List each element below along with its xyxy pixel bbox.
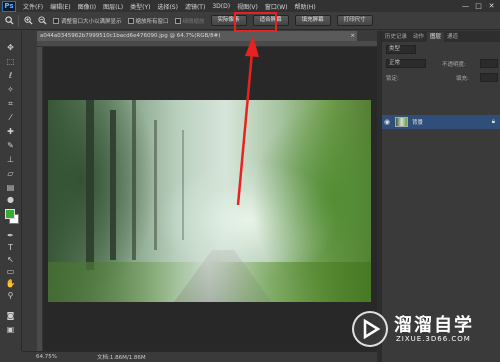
layer-name: 背景 [412,120,424,126]
menu-window[interactable]: 窗口(W) [265,2,288,11]
tree-trunk [110,110,116,260]
fill-label: 填充: [456,76,469,82]
screen-mode-icon[interactable]: ▣ [4,325,17,335]
scrubby-zoom-checkbox[interactable] [174,17,181,24]
tools-panel: ✥ ⬚ ℓ ✧ ⌗ ⁄ ✚ ✎ ⊥ ▱ ▤ ● ✒ T ↖ ▭ ✋ ⚲ ◙ ▣ [0,31,22,351]
zoom-tool-icon[interactable] [4,15,14,26]
layer-thumbnail [395,117,408,127]
maximize-button[interactable]: □ [472,1,485,11]
document-title: a044a0345962b7999510c1bacd6e476090.jpg @… [40,33,221,39]
tree-trunk [154,120,157,250]
fill-field[interactable] [480,73,498,82]
tree-trunk [182,130,184,240]
marquee-tool-icon[interactable]: ⬚ [4,57,17,67]
hand-tool-icon[interactable]: ✋ [4,279,17,289]
tab-layers[interactable]: 图层 [427,32,445,42]
menu-image[interactable]: 图像(I) [78,2,96,11]
zoom-all-checkbox[interactable] [127,17,134,24]
zoom-all-label: 缩放所有窗口 [135,18,169,25]
menu-select[interactable]: 选择(S) [157,2,178,11]
zoom-in-icon[interactable] [23,15,33,26]
tree-trunk [132,100,136,260]
menu-type[interactable]: 类型(Y) [130,2,150,11]
menu-3d[interactable]: 3D(D) [212,3,230,10]
magic-wand-tool-icon[interactable]: ✧ [4,85,17,95]
stamp-tool-icon[interactable]: ⊥ [4,155,17,165]
opacity-label: 不透明度: [442,62,466,68]
foreground-color-swatch[interactable] [5,209,15,219]
document-tab[interactable]: a044a0345962b7999510c1bacd6e476090.jpg @… [37,31,357,41]
watermark-url: ZIXUE.3D66.COM [396,335,471,343]
shape-tool-icon[interactable]: ▭ [4,267,17,277]
zoom-level[interactable]: 64.75% [36,354,57,360]
lasso-tool-icon[interactable]: ℓ [4,71,17,81]
photoshop-window: Ps 文件(F) 编辑(E) 图像(I) 图层(L) 类型(Y) 选择(S) 滤… [0,0,500,362]
menu-help[interactable]: 帮助(H) [295,2,316,11]
menu-edit[interactable]: 编辑(E) [50,2,70,11]
window-controls: — □ ✕ [459,0,498,12]
document-size: 文档:1.86M/1.86M [96,355,146,361]
lock-label: 锁定: [386,76,399,82]
app-logo: Ps [2,0,16,12]
menu-view[interactable]: 视图(V) [237,2,258,11]
watermark-title: 溜溜自学 [394,315,474,336]
healing-tool-icon[interactable]: ✚ [4,127,17,137]
grass [48,262,371,302]
blend-mode-select[interactable]: 正常 [386,59,426,68]
lock-icon: 🔒︎ [491,118,495,125]
watermark-logo [352,311,388,347]
pen-tool-icon[interactable]: ✒ [4,231,17,241]
forest-photo[interactable] [48,100,371,302]
zoom-tool-small-icon[interactable]: ⚲ [4,291,17,301]
move-tool-icon[interactable]: ✥ [4,43,17,53]
eraser-tool-icon[interactable]: ▱ [4,169,17,179]
zoom-out-icon[interactable] [37,15,47,26]
tab-history[interactable]: 历史记录 [382,32,410,42]
opacity-field[interactable] [480,59,498,68]
fill-screen-button[interactable]: 填充屏幕 [294,15,331,26]
layer-kind-filter[interactable]: 类型 [386,45,416,54]
close-button[interactable]: ✕ [485,1,498,11]
quick-mask-icon[interactable]: ◙ [4,311,17,321]
close-tab-icon[interactable]: × [350,31,355,41]
status-bar: 64.75% 文档:1.86M/1.86M [22,351,377,362]
brush-tool-icon[interactable]: ✎ [4,141,17,151]
eyedropper-tool-icon[interactable]: ⁄ [4,113,17,123]
panel-tabs: 历史记录 动作 图层 通道 [382,31,500,42]
tab-channels[interactable]: 通道 [444,32,461,42]
menu-bar: Ps 文件(F) 编辑(E) 图像(I) 图层(L) 类型(Y) 选择(S) 滤… [0,0,500,12]
layer-controls: 类型 正常 不透明度: 锁定: 填充: [382,43,500,91]
resize-windows-label: 调整窗口大小以满屏显示 [61,18,122,25]
watermark: 溜溜自学 ZIXUE.3D66.COM [352,305,497,355]
resize-windows-checkbox[interactable] [53,17,59,24]
print-size-button[interactable]: 打印尺寸 [336,15,373,26]
blur-tool-icon[interactable]: ● [4,195,17,205]
gradient-tool-icon[interactable]: ▤ [4,183,17,193]
highlight-box [234,12,277,32]
visibility-eye-icon[interactable]: ◉ [382,118,392,126]
tab-actions[interactable]: 动作 [410,32,427,42]
scrubby-zoom-label: 细微缩放 [182,18,205,25]
menu-file[interactable]: 文件(F) [23,2,43,11]
minimize-button[interactable]: — [459,1,472,11]
layer-row-background[interactable]: ◉ 背景 🔒︎ [382,115,500,129]
path-select-tool-icon[interactable]: ↖ [4,255,17,265]
crop-tool-icon[interactable]: ⌗ [4,99,17,109]
divider [18,14,19,27]
type-tool-icon[interactable]: T [4,243,17,253]
menu-filter[interactable]: 滤镜(T) [185,2,205,11]
tree-trunk [86,100,94,270]
menu-layer[interactable]: 图层(L) [103,2,123,11]
